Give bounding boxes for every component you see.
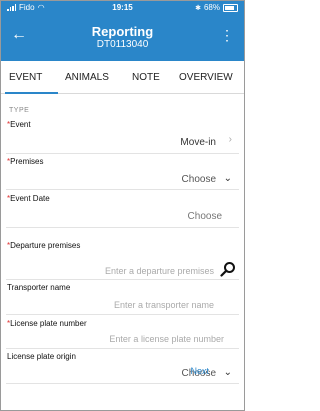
bluetooth-icon: ✱ — [195, 4, 201, 12]
tab-bar: EVENT ANIMALS NOTE OVERVIEW — [1, 61, 244, 94]
divider — [6, 348, 239, 349]
section-label-type: TYPE — [9, 107, 30, 114]
signal-icon — [7, 4, 16, 11]
next-button[interactable]: Next — [190, 366, 209, 376]
app-bar: ← Reporting DT0113040 ⋮ — [1, 14, 244, 61]
event-select[interactable]: Move-in — [180, 137, 216, 148]
license-plate-origin-label: License plate origin — [7, 352, 76, 361]
transporter-name-label: Transporter name — [7, 283, 71, 292]
premises-label: *Premises — [7, 157, 43, 166]
license-plate-number-label-text: License plate number — [10, 319, 87, 328]
event-label-text: Event — [10, 120, 31, 129]
departure-premises-input[interactable]: Enter a departure premises — [105, 266, 214, 276]
event-date-label: *Event Date — [7, 194, 50, 203]
departure-premises-label-text: Departure premises — [10, 241, 81, 250]
tab-overview[interactable]: OVERVIEW — [179, 72, 233, 83]
status-right: ✱ 68% — [195, 3, 238, 12]
battery-percent: 68% — [203, 3, 220, 12]
event-date-label-text: Event Date — [10, 194, 50, 203]
carrier-name: Fido — [19, 3, 35, 12]
chevron-down-icon[interactable]: ⌄ — [224, 173, 232, 184]
tab-event[interactable]: EVENT — [9, 72, 42, 83]
divider — [6, 279, 239, 280]
tab-animals[interactable]: ANIMALS — [65, 72, 109, 83]
departure-premises-label: *Departure premises — [7, 241, 80, 250]
divider — [6, 383, 239, 384]
active-tab-indicator — [5, 92, 58, 94]
page-subtitle: DT0113040 — [96, 39, 149, 50]
chevron-right-icon[interactable]: › — [229, 134, 232, 145]
license-plate-number-label: *License plate number — [7, 319, 87, 328]
transporter-name-input[interactable]: Enter a transporter name — [114, 300, 214, 310]
more-menu-icon[interactable]: ⋮ — [220, 27, 234, 43]
divider — [6, 153, 239, 154]
premises-label-text: Premises — [10, 157, 44, 166]
divider — [6, 189, 239, 190]
phone-screen: Fido ◠ 19:15 ✱ 68% ← Reporting DT0113040… — [0, 0, 245, 411]
event-date-picker[interactable]: Choose — [188, 211, 222, 222]
event-label: *Event — [7, 120, 31, 129]
app-bar-titles: Reporting DT0113040 — [1, 25, 244, 51]
chevron-down-icon[interactable]: ⌄ — [224, 367, 232, 378]
status-left: Fido ◠ — [7, 3, 45, 12]
wifi-icon: ◠ — [37, 2, 45, 12]
divider — [6, 227, 239, 228]
divider — [6, 314, 239, 315]
status-bar: Fido ◠ 19:15 ✱ 68% — [1, 1, 244, 14]
battery-icon — [223, 3, 238, 12]
page-title: Reporting — [91, 24, 154, 39]
tab-note[interactable]: NOTE — [132, 72, 160, 83]
license-plate-number-input[interactable]: Enter a license plate number — [109, 334, 224, 344]
premises-select[interactable]: Choose — [182, 174, 216, 185]
search-icon[interactable] — [220, 261, 236, 277]
